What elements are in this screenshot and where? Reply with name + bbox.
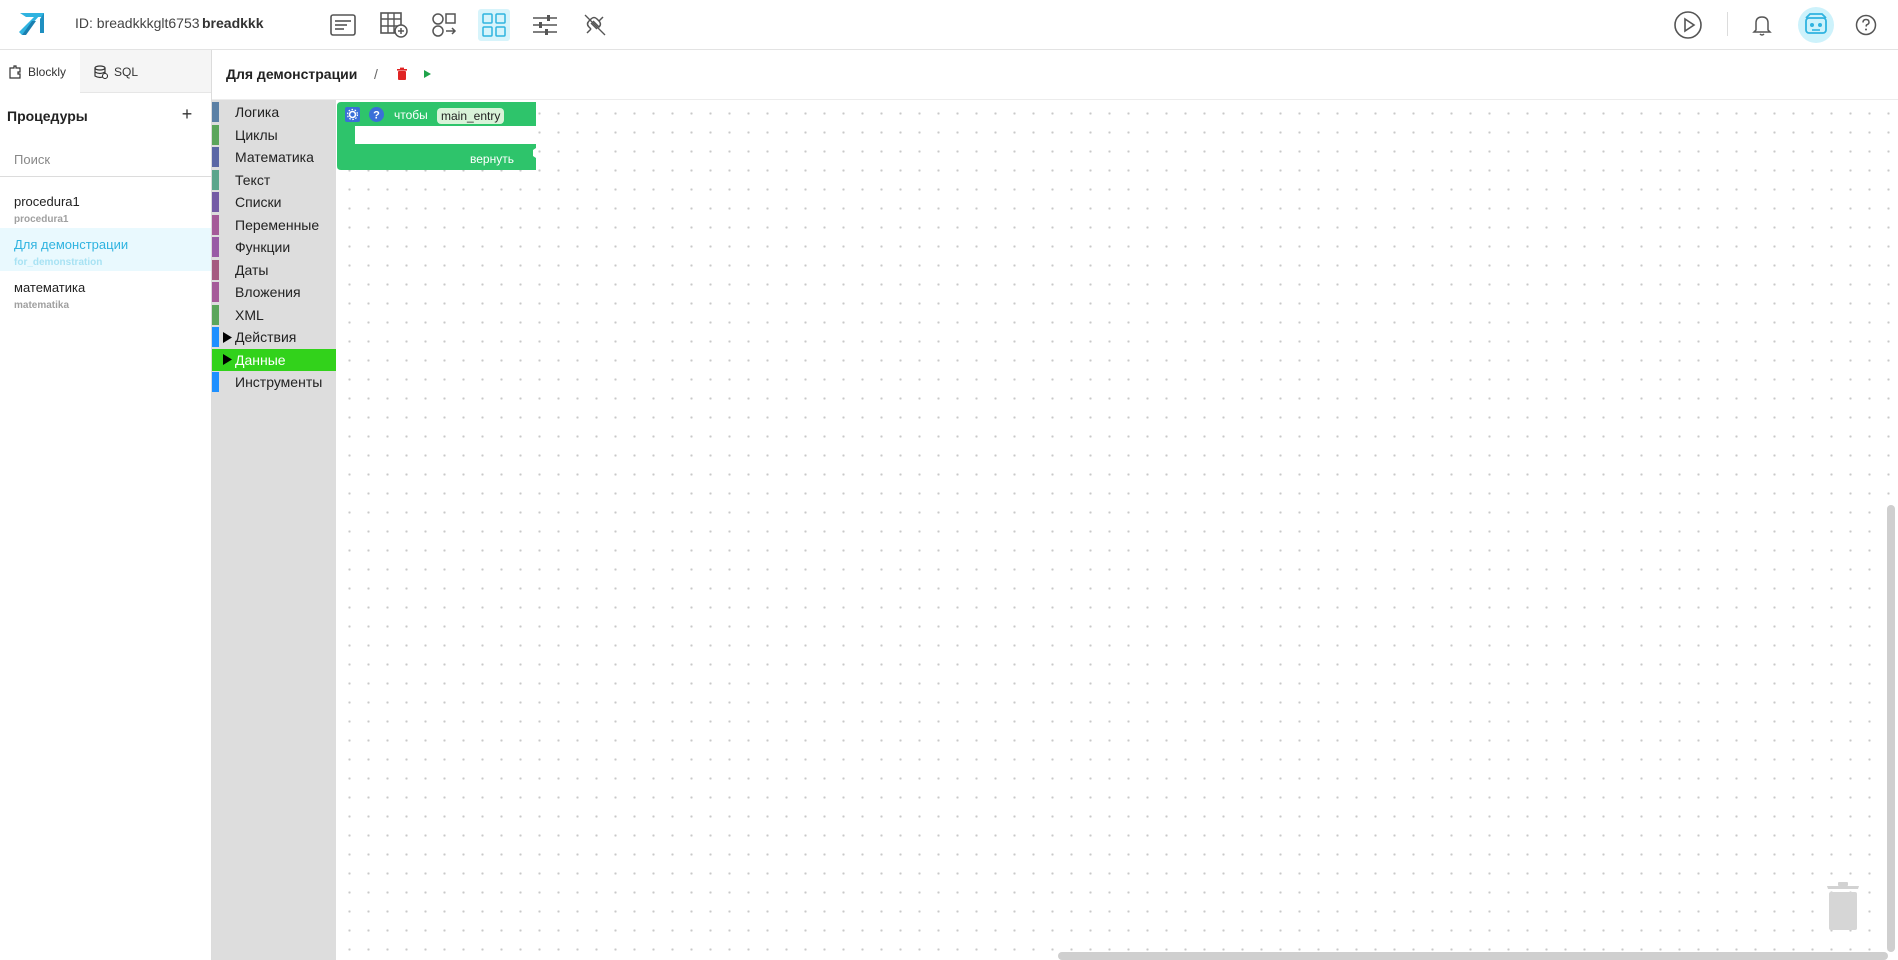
sql-icon [94, 64, 108, 79]
category-color-bar [212, 124, 219, 145]
bell-icon[interactable] [1746, 9, 1778, 41]
procedure-block[interactable]: ? чтобы main_entry вернуть [337, 102, 536, 170]
settings-sliders-icon[interactable] [529, 9, 561, 41]
block-keyword: чтобы [394, 108, 428, 122]
editor-mode-tabs: Blockly SQL [0, 50, 211, 93]
toolbox-category[interactable]: Инструменты [212, 371, 336, 393]
category-color-bar [212, 237, 219, 257]
category-color-bar [212, 169, 219, 190]
delete-icon[interactable] [395, 67, 409, 81]
procedures-header: Процедуры [7, 108, 88, 124]
category-color-bar [212, 327, 219, 347]
blockly-icon [9, 64, 21, 79]
category-label: Логика [235, 104, 280, 120]
add-procedure-button[interactable]: + [178, 105, 196, 124]
procedure-code: procedura1 [14, 214, 69, 225]
category-label: Переменные [235, 216, 320, 233]
run-preview-icon[interactable] [1672, 9, 1704, 41]
toolbar-divider [1727, 12, 1728, 36]
category-label: Текст [235, 171, 271, 188]
category-color-bar [212, 372, 219, 392]
toolbox-category[interactable]: Функции [212, 236, 336, 258]
form-icon[interactable] [327, 9, 359, 41]
procedure-name: Для демонстрации [14, 237, 129, 252]
components-icon[interactable] [428, 9, 460, 41]
category-label: Функции [235, 239, 291, 255]
list-item[interactable]: Для демонстрации for_demonstration [0, 228, 211, 271]
toolbox-category[interactable]: Циклы [212, 124, 336, 146]
toolbox-category[interactable]: Данные [212, 348, 336, 371]
procedures-sidebar: Blockly SQL Процедуры + procedura1 proce… [0, 50, 212, 960]
category-label: Даты [235, 261, 269, 278]
toolbox-category[interactable]: Переменные [212, 214, 336, 236]
toolbox-category[interactable]: Действия [212, 326, 336, 348]
category-color-bar [212, 349, 219, 370]
blockly-workspace[interactable]: ? чтобы main_entry вернуть [336, 100, 1898, 960]
trash-can-icon[interactable] [1825, 880, 1861, 932]
category-label: Инструменты [235, 374, 323, 390]
category-label: Действия [235, 329, 297, 345]
table-add-icon[interactable] [378, 9, 410, 41]
help-icon[interactable]: ? [369, 107, 384, 122]
top-bar: ID: breadkkkglt6753 breadkkk [0, 0, 1898, 50]
return-label: вернуть [470, 152, 514, 166]
vertical-scrollbar[interactable] [1887, 505, 1895, 952]
category-label: Вложения [235, 284, 301, 300]
breadcrumb-separator: / [374, 66, 378, 82]
toolbox-category[interactable]: Даты [212, 259, 336, 281]
blockly-toolbox: Логика Циклы Математика Текст Списки Переменн… [212, 100, 336, 960]
avatar[interactable] [1798, 7, 1834, 43]
procedure-name: математика [14, 280, 86, 295]
category-color-bar [212, 282, 219, 302]
procedure-name-field[interactable]: main_entry [437, 108, 505, 124]
category-color-bar [212, 102, 219, 122]
tab-label: Blockly [28, 64, 67, 79]
category-label: Списки [235, 194, 282, 210]
blocks-icon[interactable] [478, 9, 510, 41]
category-label: Циклы [235, 126, 278, 143]
gear-icon[interactable] [345, 107, 360, 122]
app-logo-icon[interactable] [16, 9, 48, 41]
category-label: XML [235, 306, 264, 323]
expand-arrow-icon [219, 331, 235, 343]
category-label: Данные [235, 351, 286, 368]
toolbox-category[interactable]: XML [212, 304, 336, 326]
category-color-bar [212, 192, 219, 212]
procedure-code: for_demonstration [14, 257, 103, 268]
plugin-icon[interactable] [579, 9, 611, 41]
list-item[interactable]: математика matematika [0, 271, 211, 314]
toolbox-category[interactable]: Логика [212, 101, 336, 123]
help-icon[interactable] [1850, 9, 1882, 41]
toolbox-category[interactable]: Списки [212, 191, 336, 213]
category-color-bar [212, 214, 219, 235]
category-color-bar [212, 147, 219, 167]
editor-header: Для демонстрации / [212, 50, 1898, 100]
project-id: ID: breadkkkglt6753 [75, 15, 200, 31]
search-input[interactable] [0, 142, 211, 177]
toolbox-category[interactable]: Математика [212, 146, 336, 168]
toolbox-category[interactable]: Текст [212, 169, 336, 191]
horizontal-scrollbar[interactable] [1058, 952, 1888, 960]
list-item[interactable]: procedura1 procedura1 [0, 185, 211, 228]
tab-label: SQL [114, 64, 139, 79]
procedure-name: procedura1 [14, 194, 80, 209]
page-title: Для демонстрации [226, 66, 358, 82]
category-color-bar [212, 304, 219, 325]
play-icon[interactable] [421, 68, 433, 80]
tab-blockly[interactable]: Blockly [0, 50, 80, 93]
expand-arrow-icon [219, 354, 235, 365]
category-label: Математика [235, 149, 314, 165]
procedure-code: matematika [14, 300, 70, 311]
tab-sql[interactable]: SQL [86, 50, 166, 93]
category-color-bar [212, 259, 219, 280]
toolbox-category[interactable]: Вложения [212, 281, 336, 303]
svg-text:?: ? [373, 110, 380, 122]
project-name: breadkkk [202, 15, 264, 31]
